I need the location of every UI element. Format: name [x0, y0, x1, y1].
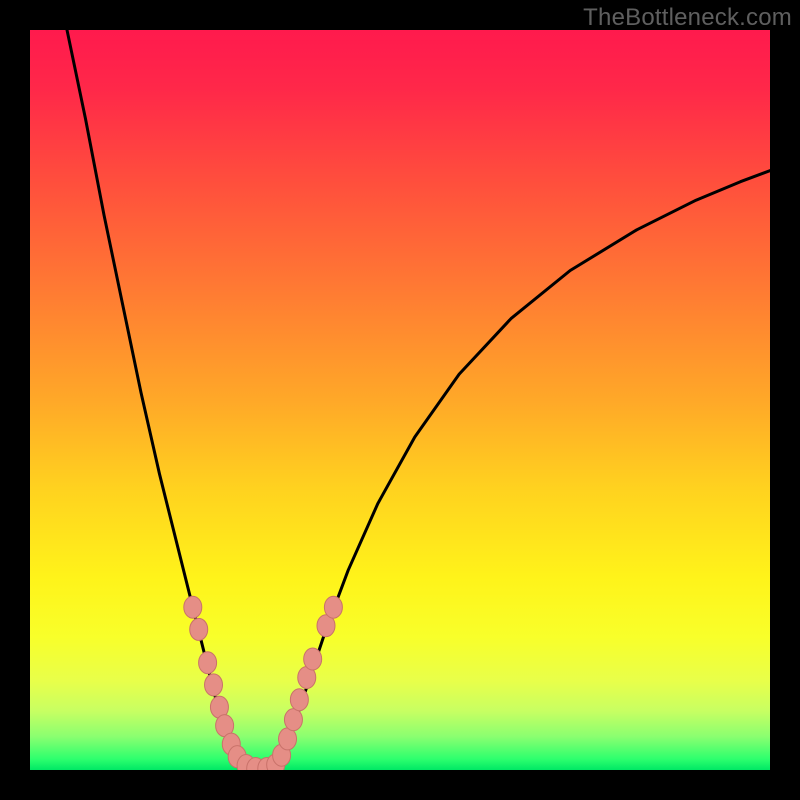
chart-frame: TheBottleneck.com	[0, 0, 800, 800]
sample-marker	[324, 596, 342, 618]
sample-marker	[184, 596, 202, 618]
curve-layer	[30, 30, 770, 770]
sample-marker	[284, 709, 302, 731]
plot-area	[30, 30, 770, 770]
sample-marker	[279, 728, 297, 750]
sample-marker	[199, 652, 217, 674]
bottleneck-curve	[67, 30, 770, 770]
watermark-text: TheBottleneck.com	[583, 4, 792, 32]
sample-marker	[304, 648, 322, 670]
sample-marker	[190, 618, 208, 640]
sample-markers	[184, 596, 343, 770]
sample-marker	[205, 674, 223, 696]
sample-marker	[290, 689, 308, 711]
